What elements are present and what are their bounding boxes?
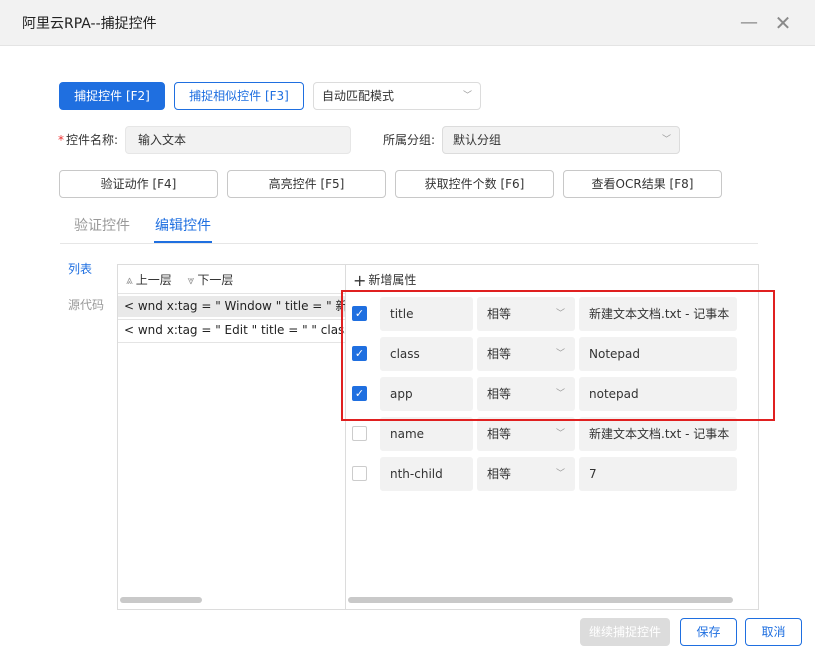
attr-value-input[interactable]: 7 (579, 457, 737, 491)
down-chevrons-icon: ⩔ (187, 273, 195, 287)
tree-toolbar: ⩓ 上一层 ⩔ 下一层 (126, 272, 233, 288)
plus-icon: + (353, 271, 367, 290)
attr-checkbox-name[interactable] (352, 426, 367, 441)
down-level-button[interactable]: 下一层 (197, 273, 233, 287)
active-tab-indicator (154, 241, 212, 243)
chevron-down-icon: ﹀ (555, 469, 565, 479)
verify-action-button[interactable]: 验证动作 [F4] (59, 170, 218, 198)
view-source-link[interactable]: 源代码 (68, 296, 104, 313)
add-attribute-button[interactable]: + 新增属性 (353, 272, 416, 289)
match-mode-select[interactable]: 自动匹配模式 ﹀ (313, 82, 481, 110)
add-attribute-label: 新增属性 (368, 273, 417, 287)
attr-operator-select[interactable]: 相等 ﹀ (477, 457, 575, 491)
view-list-link[interactable]: 列表 (68, 260, 92, 277)
chevron-down-icon: ﹀ (661, 135, 671, 145)
tab-divider (60, 243, 758, 244)
continue-capture-button[interactable]: 继续捕捉控件 (580, 618, 670, 646)
cancel-button[interactable]: 取消 (745, 618, 802, 646)
get-count-button[interactable]: 获取控件个数 [F6] (395, 170, 554, 198)
attr-value-input[interactable]: 新建文本文档.txt - 记事本 (579, 417, 737, 451)
tree-row[interactable]: < wnd x:tag = " Window " title = " 新建 (118, 296, 345, 317)
title-bar: 阿里云RPA--捕捉控件 — ✕ (0, 0, 815, 46)
attr-name: nth-child (380, 457, 473, 491)
view-ocr-button[interactable]: 查看OCR结果 [F8] (563, 170, 722, 198)
tab-verify-control[interactable]: 验证控件 (74, 216, 130, 236)
window-title: 阿里云RPA--捕捉控件 (22, 16, 157, 32)
highlight-annotation-box (341, 290, 775, 421)
close-icon[interactable]: ✕ (770, 10, 796, 36)
up-level-button[interactable]: 上一层 (136, 273, 172, 287)
attr-name: name (380, 417, 473, 451)
group-label: 所属分组: (383, 133, 436, 147)
minimize-icon[interactable]: — (736, 10, 762, 36)
tab-edit-control[interactable]: 编辑控件 (155, 216, 211, 236)
match-mode-value: 自动匹配模式 (322, 89, 395, 103)
chevron-down-icon: ﹀ (555, 429, 565, 439)
highlight-control-button[interactable]: 高亮控件 [F5] (227, 170, 386, 198)
tree-separator (118, 293, 345, 294)
control-name-label: * 控件名称: (58, 133, 119, 147)
attr-scrollbar[interactable] (348, 597, 733, 603)
tree-separator (118, 342, 345, 343)
group-select[interactable]: 默认分组 ﹀ (442, 126, 680, 154)
up-chevrons-icon: ⩓ (126, 273, 133, 287)
attr-checkbox-nth-child[interactable] (352, 466, 367, 481)
capture-similar-button[interactable]: 捕捉相似控件 [F3] (174, 82, 304, 110)
tree-scrollbar[interactable] (120, 597, 202, 603)
group-value: 默认分组 (453, 133, 502, 147)
chevron-down-icon: ﹀ (462, 91, 472, 101)
save-button[interactable]: 保存 (680, 618, 737, 646)
tree-row[interactable]: < wnd x:tag = " Edit " title = " " class (118, 320, 345, 341)
attr-operator-select[interactable]: 相等 ﹀ (477, 417, 575, 451)
capture-button[interactable]: 捕捉控件 [F2] (59, 82, 165, 110)
control-name-input[interactable]: 输入文本 (125, 126, 351, 154)
